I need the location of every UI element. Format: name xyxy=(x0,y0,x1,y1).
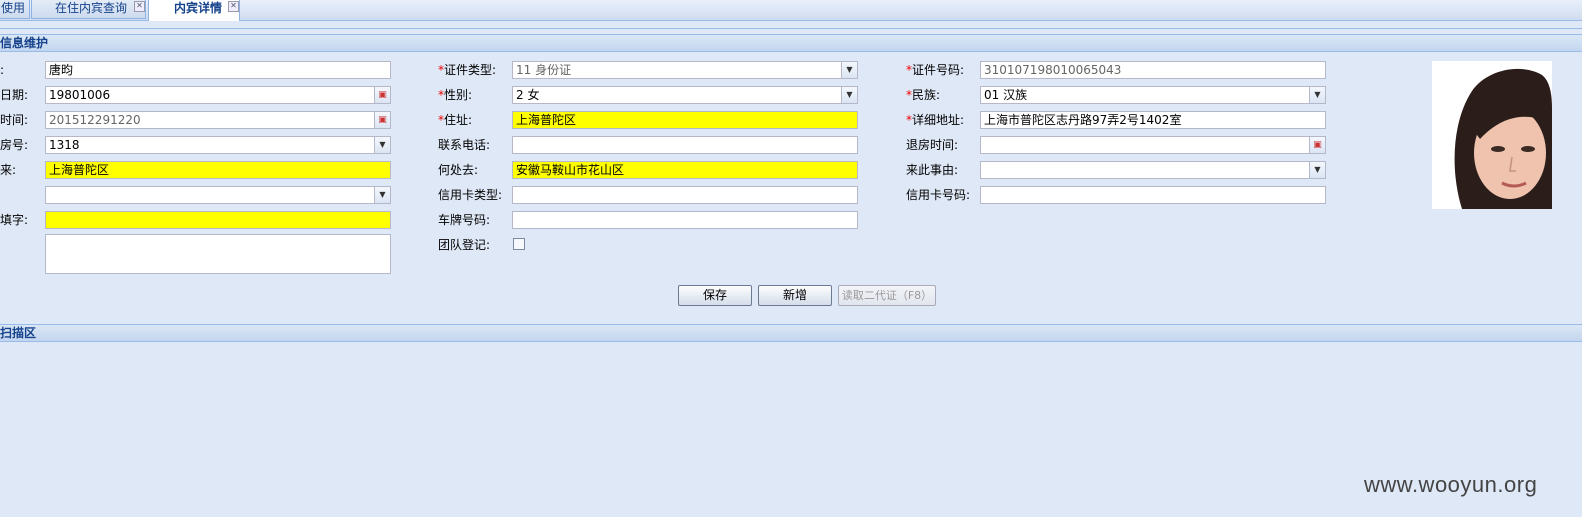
watermark-text: www.wooyun.org xyxy=(1364,472,1538,497)
tab-label: 使用 xyxy=(1,1,26,15)
panel-header-scan: 扫描区 xyxy=(0,324,1582,342)
field-value: 2 女 xyxy=(516,88,540,102)
add-button[interactable]: 新增 xyxy=(758,285,832,306)
id-type-select[interactable]: 11 身份证 ▼ xyxy=(512,61,858,79)
detail-address-label: *详细地址: xyxy=(906,113,965,127)
field-label: : xyxy=(0,63,5,77)
id-number-label: *证件号码: xyxy=(906,63,965,77)
portrait-image xyxy=(1432,61,1552,209)
tab-bar: 使用 在住内宾查询 ✕ 内宾详情 ✕ xyxy=(0,0,1582,21)
id-number-field[interactable]: 310107198010065043 xyxy=(980,61,1326,79)
ethnicity-select[interactable]: 01 汉族 ▼ xyxy=(980,86,1326,104)
panel-title: 扫描区 xyxy=(0,326,37,340)
calendar-icon[interactable]: ▣ xyxy=(374,112,390,128)
tab-label: 在住内宾查询 xyxy=(55,1,128,15)
checkin-time-field[interactable]: 201512291220 ▣ xyxy=(45,111,391,129)
tab-guest-query[interactable]: 在住内宾查询 ✕ xyxy=(31,0,146,19)
signature-field[interactable] xyxy=(45,211,391,229)
destination-label: 何处去: xyxy=(438,163,479,177)
field-value: 11 身份证 xyxy=(516,63,572,77)
panel-gap xyxy=(0,318,1582,323)
calendar-icon[interactable]: ▣ xyxy=(374,87,390,103)
card-type-label: 信用卡类型: xyxy=(438,188,503,202)
room-number-select[interactable]: 1318 ▼ xyxy=(45,136,391,154)
birth-date-field[interactable]: 19801006 ▣ xyxy=(45,86,391,104)
field-label: 日期: xyxy=(0,88,29,102)
name-field[interactable]: 唐昀 xyxy=(45,61,391,79)
field-label: 时间: xyxy=(0,113,29,127)
close-icon[interactable]: ✕ xyxy=(134,1,145,12)
detail-address-field[interactable]: 上海市普陀区志丹路97弄2号1402室 xyxy=(980,111,1326,129)
card-number-label: 信用卡号码: xyxy=(906,188,971,202)
checkout-label: 退房时间: xyxy=(906,138,959,152)
chevron-down-icon[interactable]: ▼ xyxy=(374,187,390,203)
tab-usage[interactable]: 使用 xyxy=(0,0,30,19)
chevron-down-icon[interactable]: ▼ xyxy=(1309,87,1325,103)
address-field[interactable]: 上海普陀区 xyxy=(512,111,858,129)
gender-label: *性别: xyxy=(438,88,473,102)
read-id-card-button[interactable]: 读取二代证（F8） xyxy=(838,285,936,306)
unnamed-select[interactable]: ▼ xyxy=(45,186,391,204)
field-value: 01 汉族 xyxy=(984,88,1028,102)
field-label: 填字: xyxy=(0,213,29,227)
field-value: 1318 xyxy=(49,138,80,152)
save-button[interactable]: 保存 xyxy=(678,285,752,306)
plate-field[interactable] xyxy=(512,211,858,229)
card-type-field[interactable] xyxy=(512,186,858,204)
chevron-down-icon[interactable]: ▼ xyxy=(1309,162,1325,178)
phone-label: 联系电话: xyxy=(438,138,491,152)
calendar-icon[interactable]: ▣ xyxy=(1309,137,1325,153)
field-label: 来: xyxy=(0,163,17,177)
reason-select[interactable]: ▼ xyxy=(980,161,1326,179)
chevron-down-icon[interactable]: ▼ xyxy=(841,87,857,103)
field-label: 房号: xyxy=(0,138,29,152)
chevron-down-icon[interactable]: ▼ xyxy=(841,62,857,78)
close-icon[interactable]: ✕ xyxy=(228,1,239,12)
phone-field[interactable] xyxy=(512,136,858,154)
panel-title: 信息维护 xyxy=(0,36,49,50)
card-number-field[interactable] xyxy=(980,186,1326,204)
address-label: *住址: xyxy=(438,113,473,127)
tab-label: 内宾详情 xyxy=(174,1,223,15)
group-checkbox[interactable] xyxy=(513,238,525,250)
tab-guest-details[interactable]: 内宾详情 ✕ xyxy=(148,0,240,21)
tab-strip xyxy=(0,21,1582,29)
origin-field[interactable]: 上海普陀区 xyxy=(45,161,391,179)
guest-photo xyxy=(1432,61,1552,209)
destination-field[interactable]: 安徽马鞍山市花山区 xyxy=(512,161,858,179)
field-value: 201512291220 xyxy=(49,113,141,127)
group-label: 团队登记: xyxy=(438,238,491,252)
reason-label: 来此事由: xyxy=(906,163,959,177)
id-type-label: *证件类型: xyxy=(438,63,497,77)
ethnicity-label: *民族: xyxy=(906,88,941,102)
field-value: 19801006 xyxy=(49,88,111,102)
remarks-textarea[interactable] xyxy=(45,234,391,274)
checkout-time-field[interactable]: ▣ xyxy=(980,136,1326,154)
plate-label: 车牌号码: xyxy=(438,213,491,227)
gender-select[interactable]: 2 女 ▼ xyxy=(512,86,858,104)
chevron-down-icon[interactable]: ▼ xyxy=(374,137,390,153)
panel-header-info: 信息维护 xyxy=(0,34,1582,52)
